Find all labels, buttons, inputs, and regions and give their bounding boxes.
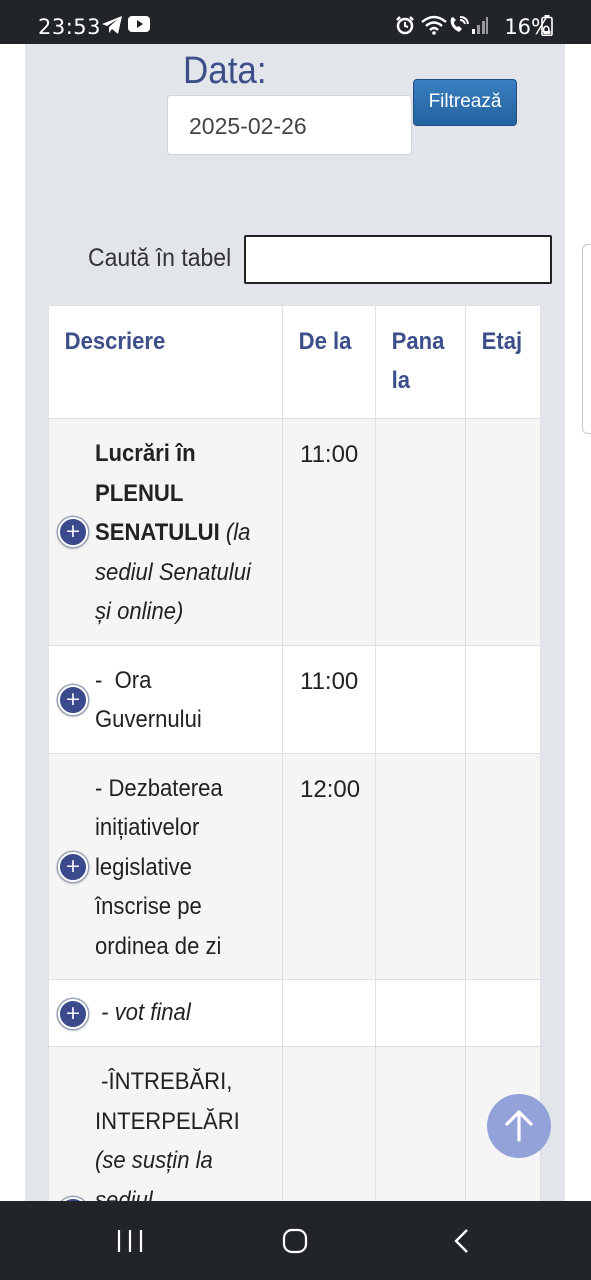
row-to bbox=[375, 752, 466, 980]
date-input[interactable]: 2025-02-26 bbox=[167, 95, 412, 155]
table-row: + Lucrări în PLENUL SENATULUI (la sediul… bbox=[48, 418, 541, 646]
wifi-call-icon bbox=[450, 16, 469, 32]
telegram-icon bbox=[102, 16, 122, 34]
row-from: 11:00 bbox=[282, 418, 376, 646]
filter-button[interactable]: Filtrează bbox=[413, 79, 517, 126]
row-from bbox=[282, 1046, 376, 1201]
table-row: + - vot final bbox=[48, 979, 541, 1047]
row-to bbox=[375, 418, 466, 646]
status-time: 23:53 bbox=[38, 15, 102, 39]
row-floor bbox=[465, 644, 541, 754]
row-description: + - Ora Guvernului bbox=[48, 644, 283, 754]
search-label: Caută în tabel bbox=[88, 244, 232, 272]
row-floor bbox=[465, 418, 541, 646]
search-input[interactable] bbox=[244, 235, 552, 284]
table-row: + - Ora Guvernului 11:00 bbox=[48, 644, 541, 754]
signal-icon bbox=[472, 17, 488, 34]
table-row: + -ÎNTREBĂRI, INTERPELĂRI(se susțin la s… bbox=[48, 1046, 541, 1201]
row-description: + - Dezbaterea inițiativelor legislative… bbox=[48, 752, 283, 980]
table-header-row: Descriere De la Pana la Etaj bbox=[48, 305, 541, 419]
row-floor bbox=[465, 979, 541, 1047]
column-header-from[interactable]: De la bbox=[282, 305, 376, 419]
recent-apps-icon[interactable] bbox=[116, 1228, 144, 1254]
wifi-icon bbox=[421, 15, 447, 35]
page-content: Data: 2025-02-26 Filtrează Caută în tabe… bbox=[0, 44, 591, 1201]
column-header-to[interactable]: Pana la bbox=[375, 305, 466, 419]
row-description: + -ÎNTREBĂRI, INTERPELĂRI(se susțin la s… bbox=[48, 1046, 283, 1201]
row-to bbox=[375, 1046, 466, 1201]
row-description: + - vot final bbox=[48, 979, 283, 1047]
navigation-bar bbox=[0, 1201, 591, 1280]
scroll-to-top-button[interactable] bbox=[487, 1094, 551, 1158]
back-icon[interactable] bbox=[452, 1228, 470, 1254]
youtube-icon bbox=[128, 16, 150, 32]
row-to bbox=[375, 979, 466, 1047]
row-from bbox=[282, 979, 376, 1047]
row-to bbox=[375, 644, 466, 754]
battery-icon bbox=[541, 15, 553, 36]
status-bar: 23:53 16% bbox=[0, 0, 591, 44]
edge-panel-handle[interactable] bbox=[582, 244, 591, 434]
row-from: 11:00 bbox=[282, 644, 376, 754]
schedule-table: Descriere De la Pana la Etaj + Lucrări î… bbox=[48, 305, 541, 1201]
row-description: + Lucrări în PLENUL SENATULUI (la sediul… bbox=[48, 418, 283, 646]
table-row: + - Dezbaterea inițiativelor legislative… bbox=[48, 752, 541, 980]
row-floor bbox=[465, 752, 541, 980]
alarm-icon bbox=[396, 16, 414, 35]
arrow-up-icon bbox=[505, 1110, 533, 1142]
date-label: Data: bbox=[183, 50, 267, 92]
row-from: 12:00 bbox=[282, 752, 376, 980]
column-header-floor[interactable]: Etaj bbox=[465, 305, 541, 419]
column-header-description[interactable]: Descriere bbox=[48, 305, 283, 419]
home-icon[interactable] bbox=[282, 1228, 308, 1254]
